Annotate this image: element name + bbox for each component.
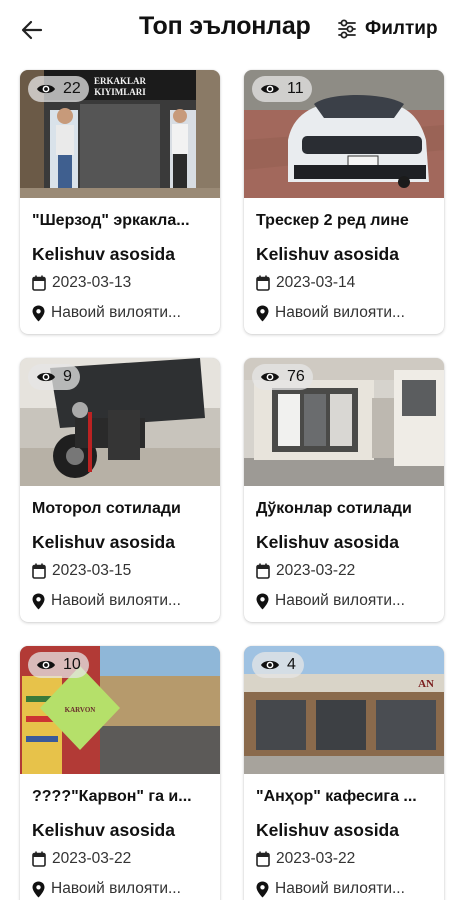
views-count: 4 [287,656,296,673]
listing-card[interactable]: ERKAKLAR KIYIMLARI 22 "Шерзод" эркакла..… [20,70,220,334]
eye-icon [37,84,55,94]
listing-title: "Анҳор" кафесига ... [256,788,417,805]
date-row: 2023-03-15 [32,562,131,580]
calendar-icon [32,275,46,291]
listing-date: 2023-03-15 [52,562,132,579]
location-row: Навоий вилояти... [256,880,438,898]
listing-title: Трескер 2 ред лине [256,212,409,229]
svg-text:AN: AN [418,678,434,690]
listing-location: Навоий вилояти... [275,880,405,897]
listing-price: Kelishuv asosida [256,532,399,552]
location-row: Навоий вилояти... [32,880,214,898]
listing-price: Kelishuv asosida [32,532,175,552]
listing-title: ????"Карвон" га и... [32,788,192,805]
location-pin-icon [32,305,45,321]
listing-date: 2023-03-22 [276,850,356,867]
calendar-icon [32,851,46,867]
location-pin-icon [256,593,269,609]
date-row: 2023-03-22 [256,850,355,868]
listing-price: Kelishuv asosida [256,244,399,264]
listing-title: "Шерзод" эркакла... [32,212,190,229]
listing-photo: ERKAKLAR KIYIMLARI 22 [20,70,220,198]
app-bar: Топ эълонлар Филтир [0,0,462,58]
filter-label: Филтир [365,18,438,39]
calendar-icon [256,563,270,579]
views-badge: 4 [252,652,304,678]
calendar-icon [256,851,270,867]
eye-icon [261,660,279,670]
date-row: 2023-03-22 [32,850,131,868]
listing-location: Навоий вилояти... [51,304,181,321]
listing-location: Навоий вилояти... [51,592,181,609]
views-badge: 11 [252,76,312,102]
sliders-icon [338,19,356,39]
views-count: 11 [287,80,304,97]
views-badge: 9 [28,364,80,390]
listing-card[interactable]: AN 4 "Анҳор" кафесига ... Kelishuv asosi… [244,646,444,900]
listing-card[interactable]: 76 Дўконлар сотилади Kelishuv asosida 20… [244,358,444,622]
listing-date: 2023-03-22 [52,850,132,867]
views-badge: 76 [252,364,313,390]
eye-icon [261,84,279,94]
listing-date: 2023-03-13 [52,274,132,291]
listing-card[interactable]: 9 Моторол сотилади Kelishuv asosida 2023… [20,358,220,622]
listing-price: Kelishuv asosida [32,244,175,264]
views-count: 22 [63,80,81,97]
svg-text:KARVON: KARVON [65,706,96,714]
listing-photo: 76 [244,358,444,486]
location-pin-icon [32,881,45,897]
calendar-icon [256,275,270,291]
date-row: 2023-03-14 [256,274,355,292]
eye-icon [261,372,279,382]
listing-location: Навоий вилояти... [51,880,181,897]
page-title: Топ эълонлар [139,12,311,40]
arrow-left-icon [21,20,43,40]
filter-button[interactable]: Филтир [337,16,438,42]
views-badge: 10 [28,652,89,678]
location-row: Навоий вилояти... [256,304,438,322]
date-row: 2023-03-22 [256,562,355,580]
calendar-icon [32,563,46,579]
svg-text:KIYIMLARI: KIYIMLARI [94,87,146,97]
listing-photo: 11 [244,70,444,198]
location-row: Навоий вилояти... [256,592,438,610]
listing-location: Навоий вилояти... [275,592,405,609]
location-pin-icon [32,593,45,609]
listing-card[interactable]: KARVON 10 ????"Карвон" га и... Kelishuv … [20,646,220,900]
listing-card[interactable]: 11 Трескер 2 ред лине Kelishuv asosida 2… [244,70,444,334]
views-count: 9 [63,368,72,385]
svg-text:ERKAKLAR: ERKAKLAR [94,76,147,86]
location-pin-icon [256,305,269,321]
eye-icon [37,660,55,670]
listing-photo: AN 4 [244,646,444,774]
listing-title: Моторол сотилади [32,500,181,517]
views-count: 10 [63,656,81,673]
eye-icon [37,372,55,382]
views-badge: 22 [28,76,89,102]
location-row: Навоий вилояти... [32,592,214,610]
listing-location: Навоий вилояти... [275,304,405,321]
listing-price: Kelishuv asosida [256,820,399,840]
listing-photo: 9 [20,358,220,486]
listing-price: Kelishuv asosida [32,820,175,840]
views-count: 76 [287,368,305,385]
location-pin-icon [256,881,269,897]
back-button[interactable] [16,14,48,46]
listing-date: 2023-03-22 [276,562,356,579]
listing-date: 2023-03-14 [276,274,356,291]
date-row: 2023-03-13 [32,274,131,292]
listing-title: Дўконлар сотилади [256,500,412,517]
listing-photo: KARVON 10 [20,646,220,774]
location-row: Навоий вилояти... [32,304,214,322]
